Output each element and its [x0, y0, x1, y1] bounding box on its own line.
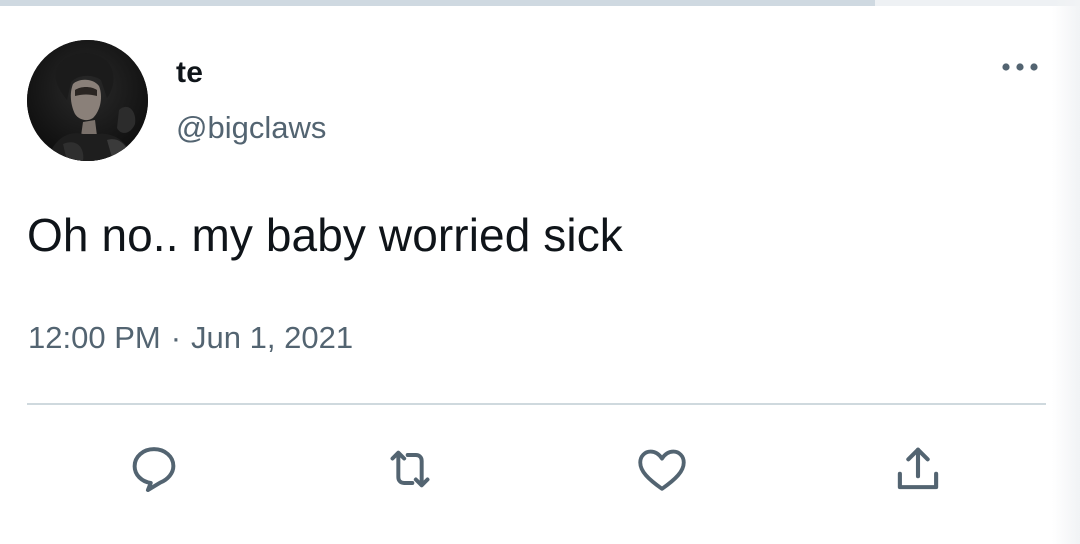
avatar-photo: [27, 40, 148, 161]
tweet-time[interactable]: 12:00 PM: [28, 320, 161, 355]
right-edge-shade: [1052, 0, 1080, 544]
reply-button[interactable]: [124, 439, 184, 499]
retweet-icon: [390, 450, 430, 488]
user-handle[interactable]: @bigclaws: [176, 110, 326, 146]
tweet-metadata: 12:00 PM · Jun 1, 2021: [28, 320, 353, 356]
divider: [27, 403, 1046, 405]
tweet-date[interactable]: Jun 1, 2021: [191, 320, 353, 355]
tweet-card: te @bigclaws Oh no.. my baby worried sic…: [0, 6, 1060, 544]
like-button[interactable]: [632, 439, 692, 499]
share-button[interactable]: [888, 439, 948, 499]
retweet-button[interactable]: [380, 439, 440, 499]
share-icon: [897, 447, 939, 490]
more-options-button[interactable]: [996, 54, 1044, 80]
tweet-text: Oh no.. my baby worried sick: [27, 209, 623, 261]
more-horizontal-icon: [1002, 63, 1038, 71]
tweet-screenshot: te @bigclaws Oh no.. my baby worried sic…: [0, 0, 1080, 544]
reply-icon: [132, 447, 176, 492]
like-heart-icon: [638, 449, 686, 491]
avatar[interactable]: [27, 40, 148, 161]
display-name[interactable]: te: [176, 56, 203, 90]
meta-separator: ·: [170, 320, 182, 355]
